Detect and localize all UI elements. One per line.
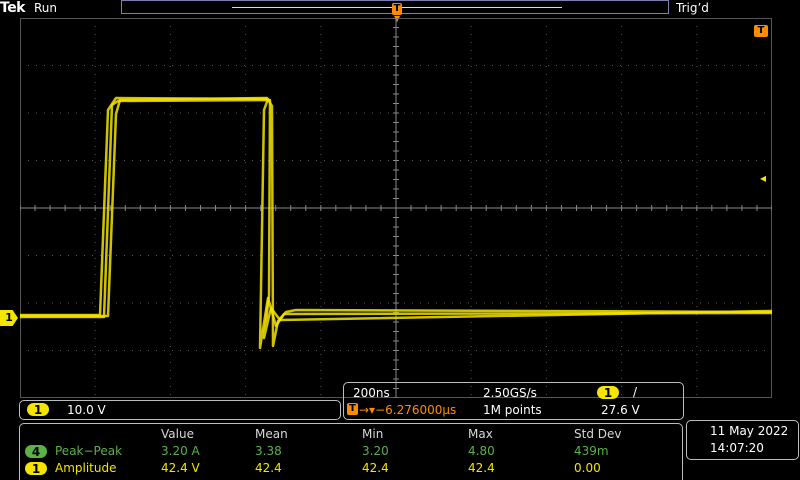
acquisition-run-status[interactable]: Run bbox=[34, 0, 57, 16]
measurement-value: 42.4 V bbox=[161, 461, 200, 475]
trigger-slope-icon: / bbox=[633, 385, 638, 399]
trigger-delay-icon: T bbox=[347, 403, 358, 415]
channel1-vertical-scale: 10.0 V bbox=[67, 403, 106, 417]
measurement-max: 42.4 bbox=[468, 461, 495, 475]
trigger-level-arrow-icon[interactable]: ◂ bbox=[760, 172, 766, 184]
measurement-source-badge: 4 bbox=[25, 445, 47, 459]
sample-rate: 2.50GS/s bbox=[483, 386, 537, 400]
graticule-grid bbox=[20, 18, 772, 398]
measurement-mean: 42.4 bbox=[255, 461, 282, 475]
time: 14:07:20 bbox=[710, 441, 764, 455]
trigger-level-value: 27.6 V bbox=[601, 403, 640, 417]
measurement-table[interactable]: Value Mean Min Max Std Dev 4 Peak−Peak 3… bbox=[19, 423, 683, 480]
measurement-std-dev: 439m bbox=[574, 444, 609, 458]
measurement-value: 3.20 A bbox=[161, 444, 200, 458]
measurement-name: Amplitude bbox=[55, 461, 117, 475]
column-header-min: Min bbox=[362, 427, 384, 441]
trigger-status: Trig’d bbox=[676, 1, 709, 15]
measurement-name: Peak−Peak bbox=[55, 444, 123, 458]
measurement-min: 42.4 bbox=[362, 461, 389, 475]
waveform-display[interactable] bbox=[20, 18, 772, 398]
channel1-scale-readout[interactable]: 1 10.0 V bbox=[19, 400, 341, 420]
trigger-level-right-marker[interactable]: T bbox=[754, 25, 768, 37]
trigger-source-badge: 1 bbox=[597, 386, 619, 400]
measurement-mean: 3.38 bbox=[255, 444, 282, 458]
date-time-readout[interactable]: 11 May 2022 14:07:20 bbox=[686, 420, 799, 460]
timebase-trigger-readout[interactable]: 200ns 2.50GS/s 1 / T →▾−6.276000μs 1M po… bbox=[343, 382, 684, 420]
channel1-badge: 1 bbox=[27, 403, 49, 417]
channel1-ground-marker[interactable]: 1 bbox=[0, 310, 18, 326]
measurement-min: 3.20 bbox=[362, 444, 389, 458]
column-header-std-dev: Std Dev bbox=[574, 427, 622, 441]
trigger-delay: →▾−6.276000μs bbox=[359, 403, 457, 417]
date: 11 May 2022 bbox=[710, 424, 789, 438]
record-length: 1M points bbox=[483, 403, 542, 417]
horizontal-scale: 200ns bbox=[353, 386, 390, 400]
column-header-mean: Mean bbox=[255, 427, 288, 441]
measurement-max: 4.80 bbox=[468, 444, 495, 458]
column-header-value: Value bbox=[161, 427, 194, 441]
column-header-max: Max bbox=[468, 427, 493, 441]
brand-logo: Tek bbox=[0, 0, 26, 16]
measurement-source-badge: 1 bbox=[25, 462, 47, 476]
measurement-std-dev: 0.00 bbox=[574, 461, 601, 475]
